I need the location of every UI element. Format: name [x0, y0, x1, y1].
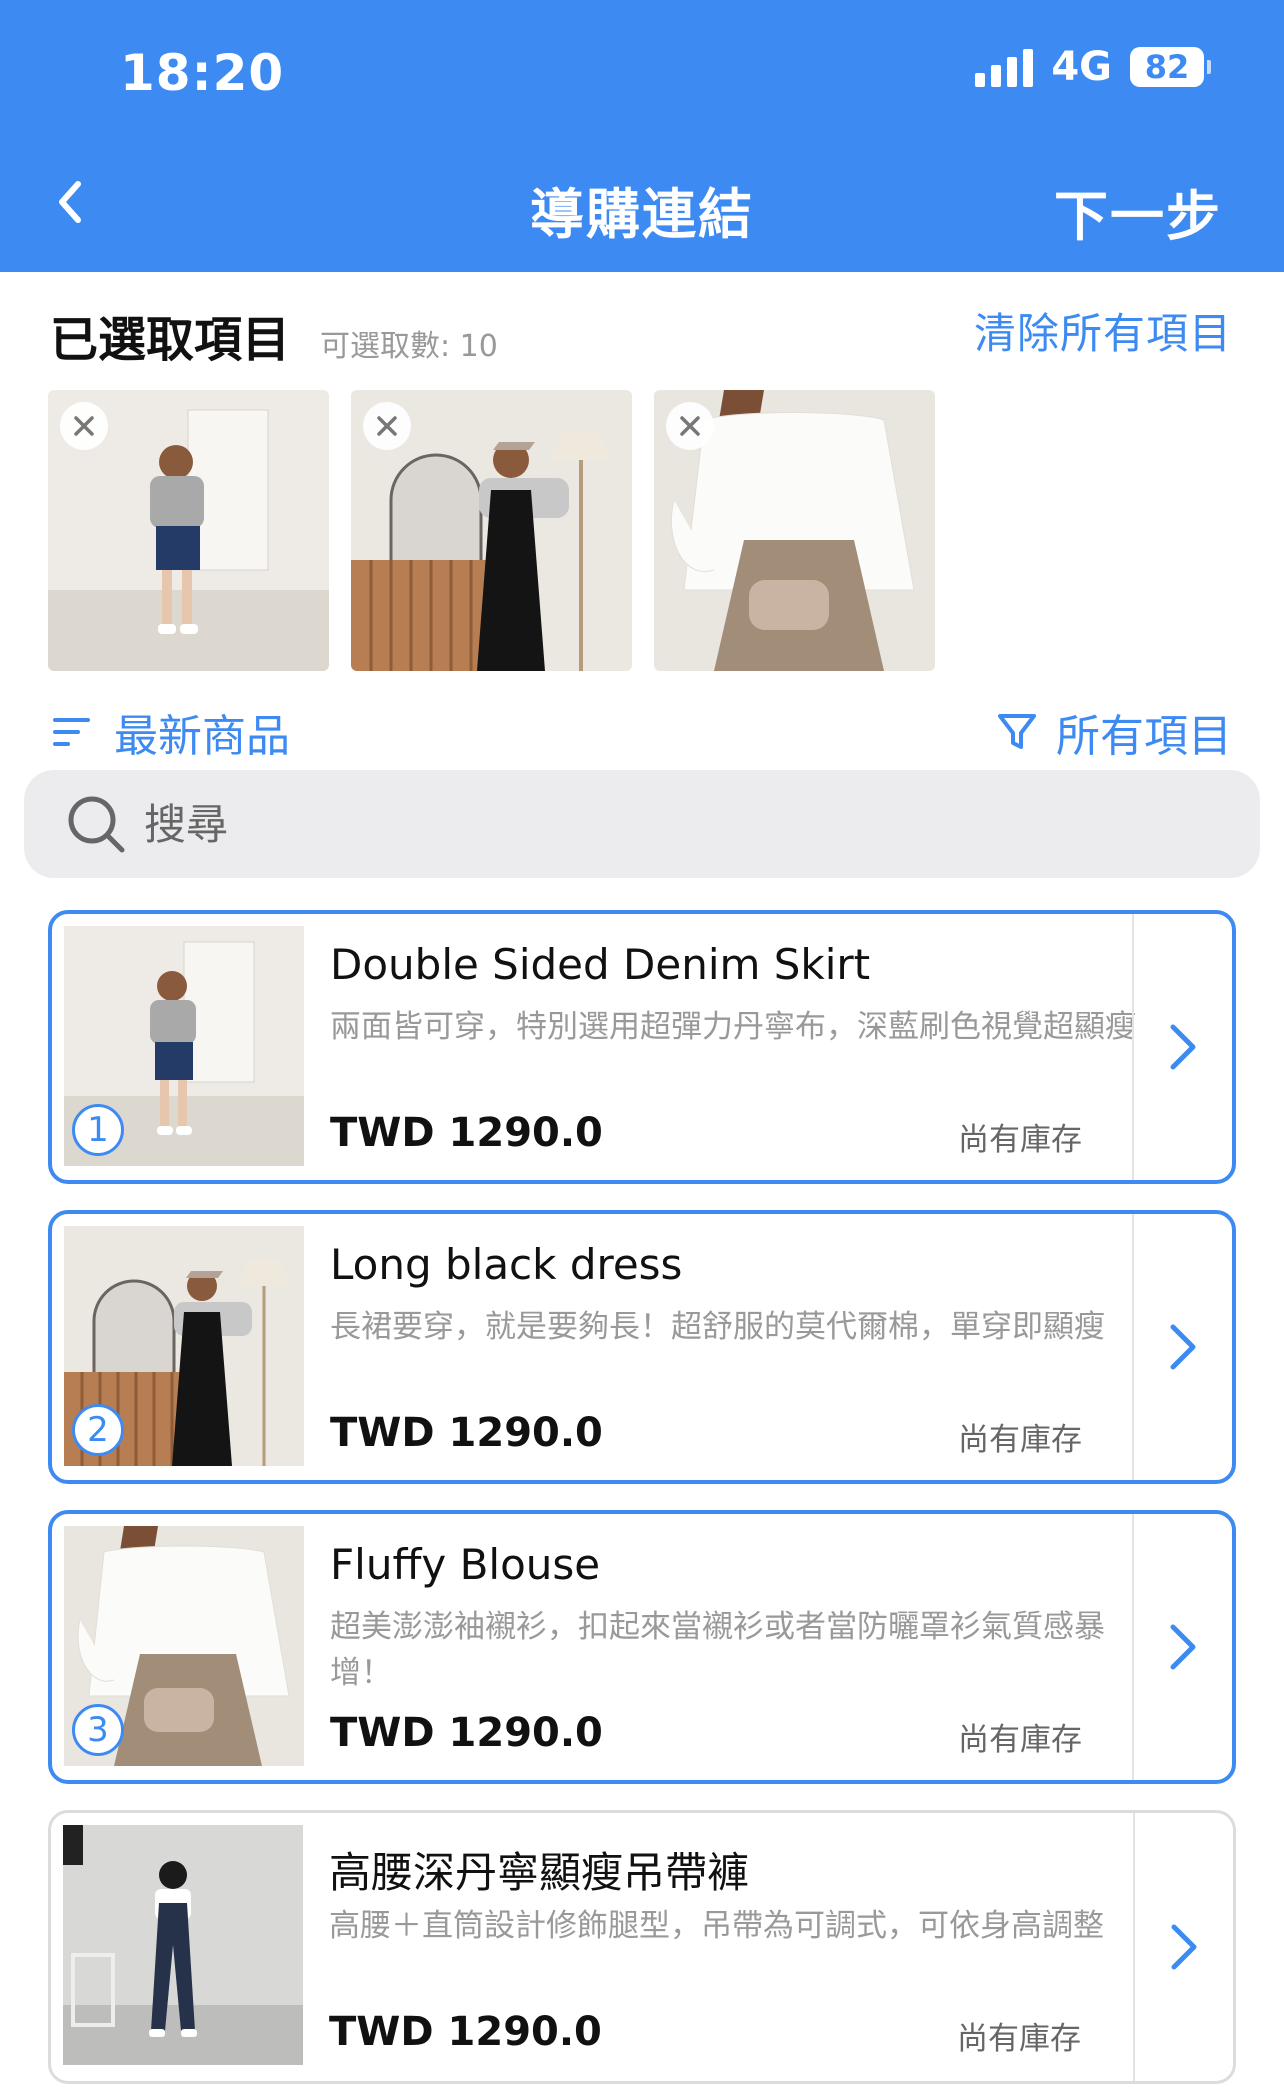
product-name: Double Sided Denim Skirt [330, 940, 871, 989]
product-price: TWD 1290.0 [330, 1410, 603, 1456]
top-bar: 18:20 4G 82 導購連結 下一步 [0, 0, 1284, 272]
selection-number-badge: 2 [72, 1404, 124, 1456]
product-name: Fluffy Blouse [330, 1540, 601, 1589]
product-image [63, 1825, 303, 2065]
product-detail-button[interactable] [1132, 914, 1232, 1180]
battery-icon: 82 [1130, 47, 1211, 87]
product-price: TWD 1290.0 [329, 2009, 602, 2055]
close-icon [377, 416, 397, 436]
filter-button[interactable]: 所有項目 [996, 700, 1232, 764]
product-description: 兩面皆可穿，特別選用超彈力丹寧布，深藍刷色視覺超顯瘦 [330, 1009, 1136, 1045]
product-name: 高腰深丹寧顯瘦吊帶褲 [329, 1848, 750, 1897]
product-description: 長裙要穿，就是要夠長！超舒服的莫代爾棉，單穿即顯瘦 [330, 1309, 1105, 1345]
product-card[interactable]: 2 Long black dress 長裙要穿，就是要夠長！超舒服的莫代爾棉，單… [48, 1210, 1236, 1484]
sort-button[interactable]: 最新商品 [52, 700, 290, 764]
chevron-right-icon [1171, 1924, 1197, 1970]
selected-header: 已選取項目 可選取數: 10 [50, 300, 498, 370]
product-card[interactable]: 高腰深丹寧顯瘦吊帶褲 高腰＋直筒設計修飾腿型，吊帶為可調式，可依身高調整 TWD… [48, 1810, 1236, 2084]
stock-status: 尚有庫存 [958, 1122, 1082, 1158]
search-bar[interactable] [24, 770, 1260, 878]
sort-lines-icon [53, 718, 90, 746]
filter-funnel-icon [998, 714, 1036, 749]
selection-number-badge: 1 [72, 1104, 124, 1156]
product-card[interactable]: 1 Double Sided Denim Skirt 兩面皆可穿，特別選用超彈力… [48, 910, 1236, 1184]
product-price: TWD 1290.0 [330, 1710, 603, 1756]
close-icon [680, 416, 700, 436]
clear-all-button[interactable]: 清除所有項目 [974, 300, 1232, 361]
network-label: 4G [1051, 44, 1112, 90]
remove-button[interactable] [363, 402, 411, 450]
selectable-count: 可選取數: 10 [320, 329, 498, 364]
product-list: 1 Double Sided Denim Skirt 兩面皆可穿，特別選用超彈力… [48, 910, 1236, 2091]
stock-status: 尚有庫存 [958, 1422, 1082, 1458]
product-description: 超美澎澎袖襯衫，扣起來當襯衫或者當防曬罩衫氣質感暴增！ [330, 1609, 1105, 1691]
remove-button[interactable] [60, 402, 108, 450]
product-detail-button[interactable] [1132, 1214, 1232, 1480]
selected-thumbnails [48, 390, 935, 671]
chevron-right-icon [1170, 1024, 1196, 1070]
stock-status: 尚有庫存 [957, 2021, 1081, 2057]
selection-number-badge: 3 [72, 1704, 124, 1756]
product-price: TWD 1290.0 [330, 1110, 603, 1156]
remove-button[interactable] [666, 402, 714, 450]
selected-thumbnail[interactable] [654, 390, 935, 671]
chevron-right-icon [1170, 1324, 1196, 1370]
product-card[interactable]: 3 Fluffy Blouse 超美澎澎袖襯衫，扣起來當襯衫或者當防曬罩衫氣質感… [48, 1510, 1236, 1784]
close-icon [74, 416, 94, 436]
signal-icon [975, 47, 1034, 87]
chevron-right-icon [1170, 1624, 1196, 1670]
status-indicators: 4G 82 [975, 44, 1211, 90]
filter-label: 所有項目 [1056, 711, 1232, 762]
selected-thumbnail[interactable] [351, 390, 632, 671]
product-detail-button[interactable] [1132, 1514, 1232, 1780]
selected-title: 已選取項目 [50, 312, 291, 368]
search-input[interactable] [144, 799, 1044, 849]
product-name: Long black dress [330, 1240, 683, 1289]
next-button[interactable]: 下一步 [1054, 172, 1222, 251]
selected-thumbnail[interactable] [48, 390, 329, 671]
stock-status: 尚有庫存 [958, 1722, 1082, 1758]
product-description: 高腰＋直筒設計修飾腿型，吊帶為可調式，可依身高調整 [329, 1908, 1104, 1944]
search-icon [68, 796, 125, 853]
status-time: 18:20 [120, 44, 285, 102]
product-detail-button[interactable] [1133, 1813, 1233, 2081]
sort-label: 最新商品 [114, 711, 290, 762]
sort-filter-bar: 最新商品 所有項目 [52, 700, 1232, 762]
